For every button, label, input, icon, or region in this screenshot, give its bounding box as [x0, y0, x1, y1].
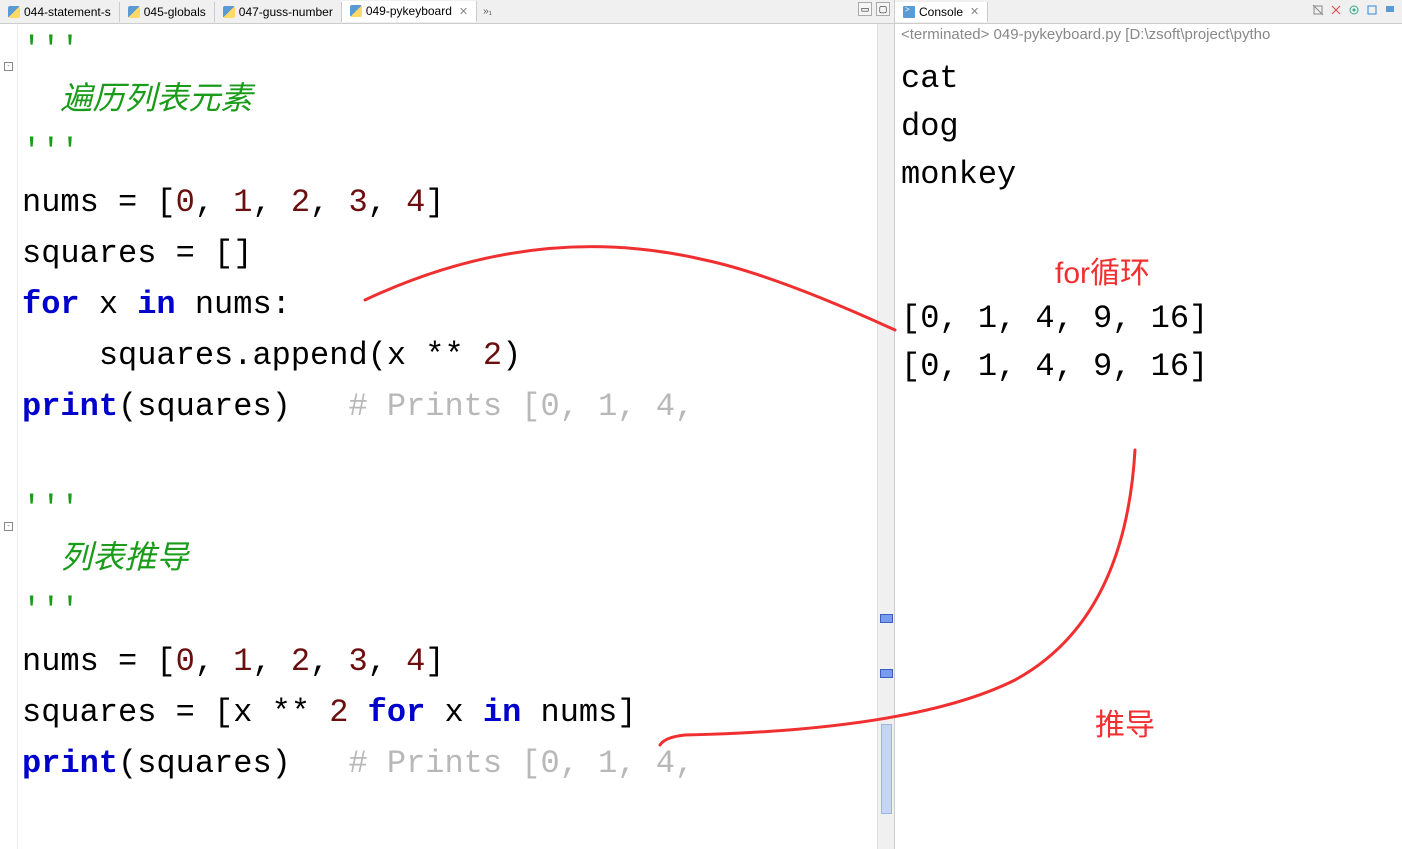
console-line: monkey — [901, 151, 1396, 199]
python-file-icon — [223, 6, 235, 18]
tab-overflow-button[interactable]: »₁ — [477, 4, 498, 19]
code-line: 遍历列表元素 — [22, 75, 894, 126]
python-file-icon — [350, 5, 362, 17]
annotation-comprehension: 推导 — [1095, 700, 1155, 744]
code-line: squares = [x ** 2 for x in nums] — [22, 687, 894, 738]
code-line: squares = [] — [22, 228, 894, 279]
console-toolbar — [1310, 2, 1398, 18]
code-line: ''' — [22, 24, 894, 75]
console-line: cat — [901, 55, 1396, 103]
code-line: ''' — [22, 585, 894, 636]
vertical-scrollbar[interactable] — [877, 24, 894, 849]
editor-gutter[interactable]: - - — [0, 24, 18, 849]
scrollbar-thumb[interactable] — [881, 724, 892, 814]
tab-047[interactable]: 047-guss-number — [215, 2, 342, 22]
console-tab[interactable]: Console ✕ — [895, 2, 988, 22]
console-line: [0, 1, 4, 9, 16] — [901, 343, 1396, 391]
scrollbar-mark — [880, 669, 893, 678]
close-icon[interactable]: ✕ — [970, 5, 979, 18]
maximize-button[interactable]: ▢ — [876, 2, 890, 16]
code-line: nums = [0, 1, 2, 3, 4] — [22, 177, 894, 228]
tab-049[interactable]: 049-pykeyboard ✕ — [342, 1, 477, 22]
python-file-icon — [8, 6, 20, 18]
console-line: [0, 1, 4, 9, 16] — [901, 295, 1396, 343]
code-line: ''' — [22, 126, 894, 177]
code-editor[interactable]: ''' 遍历列表元素'''nums = [0, 1, 2, 3, 4]squar… — [18, 24, 894, 849]
pin-console-icon[interactable] — [1346, 2, 1362, 18]
console-pane: Console ✕ <terminated> 049-pykeyboard.py… — [895, 0, 1402, 849]
console-output[interactable]: catdogmonkey [0, 1, 4, 9, 16][0, 1, 4, 9… — [895, 45, 1402, 401]
console-line — [901, 199, 1396, 247]
console-tab-label: Console — [919, 5, 963, 19]
tab-label: 045-globals — [144, 5, 206, 19]
fold-toggle[interactable]: - — [4, 522, 13, 531]
scrollbar-mark — [880, 614, 893, 623]
terminated-status: <terminated> 049-pykeyboard.py [D:\zsoft… — [895, 24, 1402, 45]
editor-tab-bar: 044-statement-s 045-globals 047-guss-num… — [0, 0, 894, 24]
close-icon[interactable]: ✕ — [459, 5, 468, 18]
code-line: ''' — [22, 483, 894, 534]
tab-label: 049-pykeyboard — [366, 4, 452, 18]
remove-launch-icon[interactable] — [1310, 2, 1326, 18]
tab-label: 047-guss-number — [239, 5, 333, 19]
minimize-button[interactable]: ▭ — [858, 2, 872, 16]
remove-all-icon[interactable] — [1328, 2, 1344, 18]
console-icon — [903, 6, 915, 18]
open-console-dropdown-icon[interactable] — [1382, 2, 1398, 18]
tab-label: 044-statement-s — [24, 5, 111, 19]
code-line: print(squares) # Prints [0, 1, 4, — [22, 738, 894, 789]
code-line — [22, 432, 894, 483]
tab-044[interactable]: 044-statement-s — [0, 2, 120, 22]
code-line: for x in nums: — [22, 279, 894, 330]
editor-pane: 044-statement-s 045-globals 047-guss-num… — [0, 0, 895, 849]
code-line: print(squares) # Prints [0, 1, 4, — [22, 381, 894, 432]
tab-045[interactable]: 045-globals — [120, 2, 215, 22]
console-line: dog — [901, 103, 1396, 151]
ide-root: 044-statement-s 045-globals 047-guss-num… — [0, 0, 1402, 849]
console-line — [901, 247, 1396, 295]
display-selected-icon[interactable] — [1364, 2, 1380, 18]
console-tab-bar: Console ✕ — [895, 0, 1402, 24]
python-file-icon — [128, 6, 140, 18]
fold-toggle[interactable]: - — [4, 62, 13, 71]
code-line: nums = [0, 1, 2, 3, 4] — [22, 636, 894, 687]
code-line: 列表推导 — [22, 534, 894, 585]
code-line: squares.append(x ** 2) — [22, 330, 894, 381]
editor-window-controls: ▭ ▢ — [858, 2, 890, 16]
editor-body[interactable]: - - ''' 遍历列表元素'''nums = [0, 1, 2, 3, 4]s… — [0, 24, 894, 849]
